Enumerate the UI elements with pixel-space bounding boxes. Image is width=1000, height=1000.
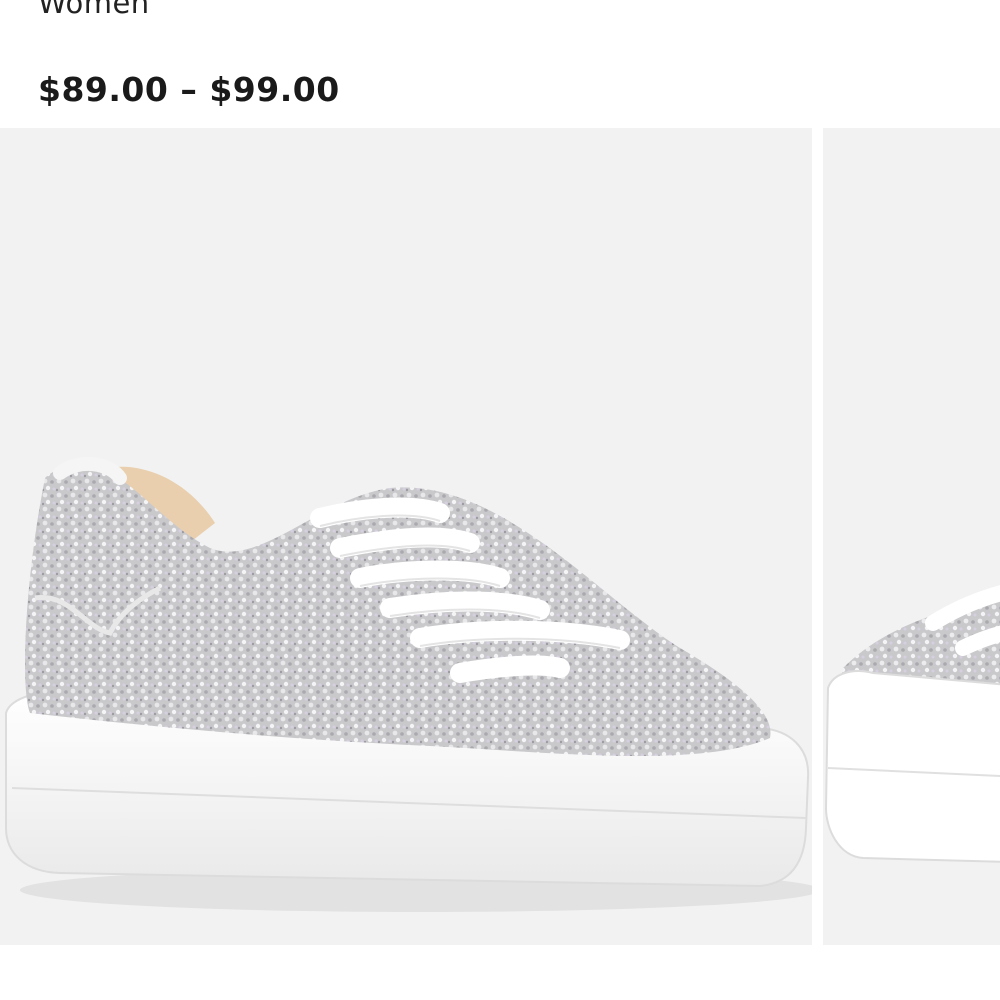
product-image-carousel[interactable] <box>0 128 1000 1000</box>
product-image-main[interactable] <box>0 128 812 945</box>
product-price-range: $89.00 – $99.00 <box>38 70 340 109</box>
sneaker-illustration-alt <box>824 585 1000 863</box>
product-category: Women <box>38 0 150 20</box>
product-image-secondary[interactable] <box>823 128 1000 945</box>
sneaker-illustration <box>5 456 812 912</box>
